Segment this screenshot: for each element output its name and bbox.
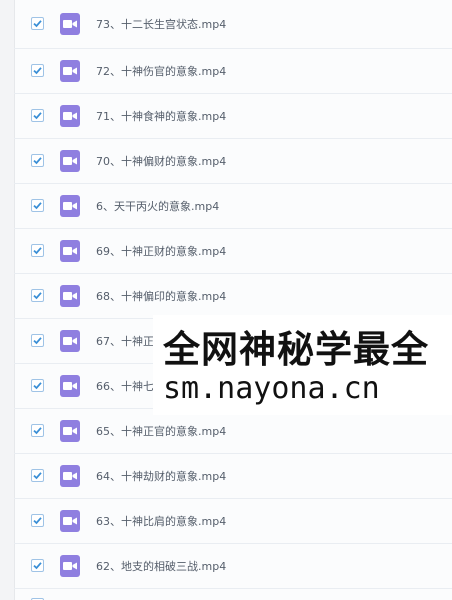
file-row[interactable]: 72、十神伤官的意象.mp4 xyxy=(14,49,452,94)
video-icon xyxy=(63,20,77,28)
row-checkbox[interactable] xyxy=(31,64,44,77)
file-row[interactable]: 62、地支的相破三战.mp4 xyxy=(14,544,452,589)
file-name[interactable]: 66、十神七 xyxy=(96,378,154,394)
file-row[interactable]: 63、十神比肩的意象.mp4 xyxy=(14,499,452,544)
file-row[interactable]: 68、十神偏印的意象.mp4 xyxy=(14,274,452,319)
checkmark-icon xyxy=(33,427,42,435)
file-row[interactable]: 65、十神正官的意象.mp4 xyxy=(14,409,452,454)
video-file-icon xyxy=(60,555,80,577)
video-file-icon xyxy=(60,330,80,352)
file-row[interactable]: 69、十神正财的意象.mp4 xyxy=(14,229,452,274)
row-checkbox[interactable] xyxy=(31,289,44,302)
video-icon xyxy=(63,337,77,345)
file-row[interactable]: 73、十二长生宫状态.mp4 xyxy=(14,0,452,49)
checkmark-icon xyxy=(33,562,42,570)
checkmark-icon xyxy=(33,67,42,75)
file-name[interactable]: 67、十神正 xyxy=(96,333,154,349)
video-file-icon xyxy=(60,105,80,127)
file-name[interactable]: 72、十神伤官的意象.mp4 xyxy=(96,63,226,79)
video-file-icon xyxy=(60,465,80,487)
watermark-overlay: 全网神秘学最全 sm.nayona.cn xyxy=(153,315,452,415)
video-icon xyxy=(63,202,77,210)
row-checkbox[interactable] xyxy=(31,514,44,527)
file-name[interactable]: 63、十神比肩的意象.mp4 xyxy=(96,513,226,529)
watermark-url: sm.nayona.cn xyxy=(163,371,380,406)
file-name[interactable]: 64、十神劫财的意象.mp4 xyxy=(96,468,226,484)
checkmark-icon xyxy=(33,202,42,210)
video-icon xyxy=(63,112,77,120)
video-icon xyxy=(63,427,77,435)
video-file-icon xyxy=(60,240,80,262)
file-row[interactable]: 6、天干丙火的意象.mp4 xyxy=(14,184,452,229)
sidebar-edge xyxy=(0,0,15,600)
row-checkbox[interactable] xyxy=(31,379,44,392)
video-file-icon xyxy=(60,13,80,35)
video-file-icon xyxy=(60,150,80,172)
video-icon xyxy=(63,472,77,480)
checkmark-icon xyxy=(33,382,42,390)
row-checkbox[interactable] xyxy=(31,334,44,347)
video-icon xyxy=(63,67,77,75)
file-row[interactable]: 70、十神偏财的意象.mp4 xyxy=(14,139,452,184)
checkmark-icon xyxy=(33,472,42,480)
row-checkbox[interactable] xyxy=(31,199,44,212)
file-name[interactable]: 68、十神偏印的意象.mp4 xyxy=(96,288,226,304)
video-file-icon xyxy=(60,375,80,397)
video-file-icon xyxy=(60,420,80,442)
file-name[interactable]: 71、十神食神的意象.mp4 xyxy=(96,108,226,124)
checkmark-icon xyxy=(33,292,42,300)
row-checkbox[interactable] xyxy=(31,109,44,122)
checkmark-icon xyxy=(33,517,42,525)
file-name[interactable]: 6、天干丙火的意象.mp4 xyxy=(96,198,219,214)
row-checkbox[interactable] xyxy=(31,244,44,257)
file-list-page: 73、十二长生宫状态.mp4 72、十神伤官的意象.mp4 71、十神食神的意象… xyxy=(0,0,452,600)
video-file-icon xyxy=(60,60,80,82)
checkmark-icon xyxy=(33,157,42,165)
file-name[interactable]: 69、十神正财的意象.mp4 xyxy=(96,243,226,259)
file-row[interactable]: 71、十神食神的意象.mp4 xyxy=(14,94,452,139)
video-file-icon xyxy=(60,285,80,307)
row-checkbox[interactable] xyxy=(31,469,44,482)
video-file-icon xyxy=(60,510,80,532)
video-icon xyxy=(63,292,77,300)
checkmark-icon xyxy=(33,247,42,255)
file-name[interactable]: 70、十神偏财的意象.mp4 xyxy=(96,153,226,169)
file-name[interactable]: 62、地支的相破三战.mp4 xyxy=(96,558,226,574)
file-row[interactable]: 64、十神劫财的意象.mp4 xyxy=(14,454,452,499)
file-name[interactable]: 65、十神正官的意象.mp4 xyxy=(96,423,226,439)
next-row-partial xyxy=(14,590,452,600)
video-icon xyxy=(63,247,77,255)
video-icon xyxy=(63,517,77,525)
checkmark-icon xyxy=(33,337,42,345)
file-name[interactable]: 73、十二长生宫状态.mp4 xyxy=(96,16,226,32)
video-file-icon xyxy=(60,195,80,217)
row-checkbox[interactable] xyxy=(31,154,44,167)
row-checkbox[interactable] xyxy=(31,559,44,572)
file-list: 73、十二长生宫状态.mp4 72、十神伤官的意象.mp4 71、十神食神的意象… xyxy=(14,0,452,589)
video-icon xyxy=(63,562,77,570)
video-icon xyxy=(63,382,77,390)
watermark-title: 全网神秘学最全 xyxy=(163,328,429,371)
checkmark-icon xyxy=(33,20,42,28)
row-checkbox[interactable] xyxy=(31,17,44,30)
checkmark-icon xyxy=(33,112,42,120)
row-checkbox[interactable] xyxy=(31,424,44,437)
video-icon xyxy=(63,157,77,165)
